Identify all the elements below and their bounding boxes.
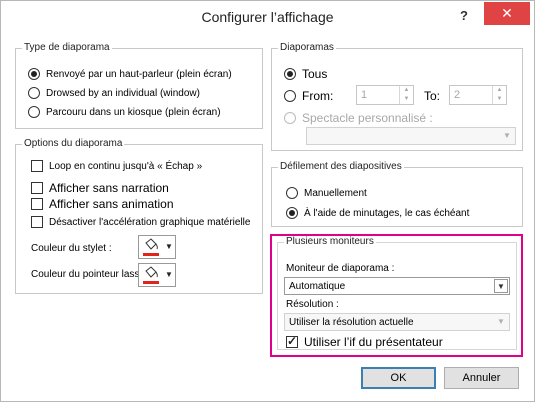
radio-icon xyxy=(28,106,40,118)
to-slide-stepper[interactable]: 2 ▲ ▼ xyxy=(449,85,507,105)
paint-bucket-icon xyxy=(145,238,158,250)
checkbox-disable-hardware-acceleration[interactable]: Désactiver l'accélération graphique maté… xyxy=(31,216,250,228)
radio-label: Renvoyé par un haut-parleur (plein écran… xyxy=(46,68,232,80)
checkbox-icon xyxy=(31,216,43,228)
radio-custom-show[interactable]: Spectacle personnalisé : xyxy=(284,111,433,125)
chevron-down-icon: ▼ xyxy=(494,279,508,293)
show-options-title: Options du diaporama xyxy=(22,138,125,150)
laser-color-label-row: Couleur du pointeur lass : xyxy=(31,269,145,280)
checkbox-icon xyxy=(286,334,298,348)
radio-label: From: xyxy=(302,89,334,103)
resolution-label: Résolution : xyxy=(286,299,339,310)
resolution-label-row: Résolution : xyxy=(286,299,339,310)
from-slide-stepper[interactable]: 1 ▲ ▼ xyxy=(356,85,414,105)
cancel-button[interactable]: Annuler xyxy=(444,367,519,389)
to-value: 2 xyxy=(454,89,461,101)
multiple-monitors-title: Plusieurs moniteurs xyxy=(284,236,376,248)
radio-label: Parcouru dans un kiosque (plein écran) xyxy=(46,106,221,118)
radio-label: Tous xyxy=(302,67,328,81)
configure-show-dialog: Configurer l’affichage ? ✕ Type de diapo… xyxy=(0,0,535,402)
checkbox-no-narration[interactable]: Afficher sans narration xyxy=(31,181,169,195)
checkbox-label: Afficher sans narration xyxy=(49,181,169,195)
checkbox-loop[interactable]: Loop en continu jusqu'à « Échap » xyxy=(31,160,202,172)
custom-show-select[interactable]: ▼ xyxy=(306,127,516,145)
checkbox-no-animation[interactable]: Afficher sans animation xyxy=(31,197,174,211)
checkbox-icon xyxy=(31,182,43,194)
checkbox-icon xyxy=(31,160,43,172)
radio-icon xyxy=(28,87,40,99)
monitor-label: Moniteur de diaporama : xyxy=(286,263,395,274)
checkbox-label: Loop en continu jusqu'à « Échap » xyxy=(49,160,203,172)
monitor-value: Automatique xyxy=(289,281,346,292)
slide-show-monitor-select[interactable]: Automatique ▼ xyxy=(284,277,510,295)
radio-icon xyxy=(284,90,296,102)
monitor-label-row: Moniteur de diaporama : xyxy=(286,263,394,274)
radio-icon xyxy=(28,68,40,80)
radio-browsed-at-kiosk[interactable]: Parcouru dans un kiosque (plein écran) xyxy=(28,106,221,118)
radio-icon xyxy=(284,68,296,80)
radio-label: Spectacle personnalisé : xyxy=(302,111,433,125)
radio-manually[interactable]: Manuellement xyxy=(286,187,367,199)
resolution-value: Utiliser la résolution actuelle xyxy=(289,317,414,328)
spin-up-icon[interactable]: ▲ xyxy=(400,86,413,95)
pen-color-button[interactable]: ▼ xyxy=(138,235,176,259)
slides-title: Diaporamas xyxy=(278,42,336,54)
spin-down-icon[interactable]: ▼ xyxy=(400,95,413,104)
checkbox-presenter-view[interactable]: Utiliser l’if du présentateur xyxy=(286,334,443,349)
radio-from-slides[interactable]: From: xyxy=(284,89,333,103)
advance-slides-title: Défilement des diapositives xyxy=(278,161,404,173)
close-button[interactable]: ✕ xyxy=(484,2,530,25)
radio-label: Drowsed by an individual (window) xyxy=(46,87,200,99)
to-label: To: xyxy=(424,89,441,103)
radio-using-timings[interactable]: À l'aide de minutages, le cas échéant xyxy=(286,207,469,219)
pen-color-label-row: Couleur du stylet : xyxy=(31,243,112,254)
checkbox-label: Afficher sans animation xyxy=(49,197,174,211)
radio-label: À l'aide de minutages, le cas échéant xyxy=(304,207,470,219)
radio-browsed-by-individual[interactable]: Drowsed by an individual (window) xyxy=(28,87,200,99)
help-button[interactable]: ? xyxy=(453,5,475,27)
to-label-row: To: xyxy=(424,89,440,103)
ok-button[interactable]: OK xyxy=(361,367,436,389)
laser-color-button[interactable]: ▼ xyxy=(138,263,176,287)
chevron-down-icon: ▼ xyxy=(165,270,173,279)
paint-bucket-icon xyxy=(145,266,158,278)
spin-up-icon[interactable]: ▲ xyxy=(493,86,506,95)
close-icon: ✕ xyxy=(501,5,513,21)
checkbox-label: Utiliser l’if du présentateur xyxy=(304,335,443,349)
chevron-down-icon: ▼ xyxy=(165,242,173,251)
checkbox-icon xyxy=(31,198,43,210)
from-value: 1 xyxy=(361,89,368,101)
pen-color-swatch xyxy=(143,253,159,256)
radio-all-slides[interactable]: Tous xyxy=(284,67,327,81)
chevron-down-icon: ▼ xyxy=(497,317,505,326)
radio-icon xyxy=(286,187,298,199)
radio-presented-by-speaker[interactable]: Renvoyé par un haut-parleur (plein écran… xyxy=(28,68,232,80)
title-bar: Configurer l’affichage ? ✕ xyxy=(1,1,534,35)
spin-down-icon[interactable]: ▼ xyxy=(493,95,506,104)
laser-color-label: Couleur du pointeur lass : xyxy=(31,269,145,280)
laser-color-swatch xyxy=(143,281,159,284)
pen-color-label: Couleur du stylet : xyxy=(31,243,112,254)
radio-label: Manuellement xyxy=(304,187,367,199)
chevron-down-icon: ▼ xyxy=(503,131,511,140)
radio-icon xyxy=(284,112,296,124)
radio-icon xyxy=(286,207,298,219)
resolution-select[interactable]: Utiliser la résolution actuelle ▼ xyxy=(284,313,510,331)
slide-show-type-title: Type de diaporama xyxy=(22,42,112,54)
multiple-monitors-group: Plusieurs moniteurs xyxy=(277,236,517,350)
checkbox-label: Désactiver l'accélération graphique maté… xyxy=(49,216,251,228)
